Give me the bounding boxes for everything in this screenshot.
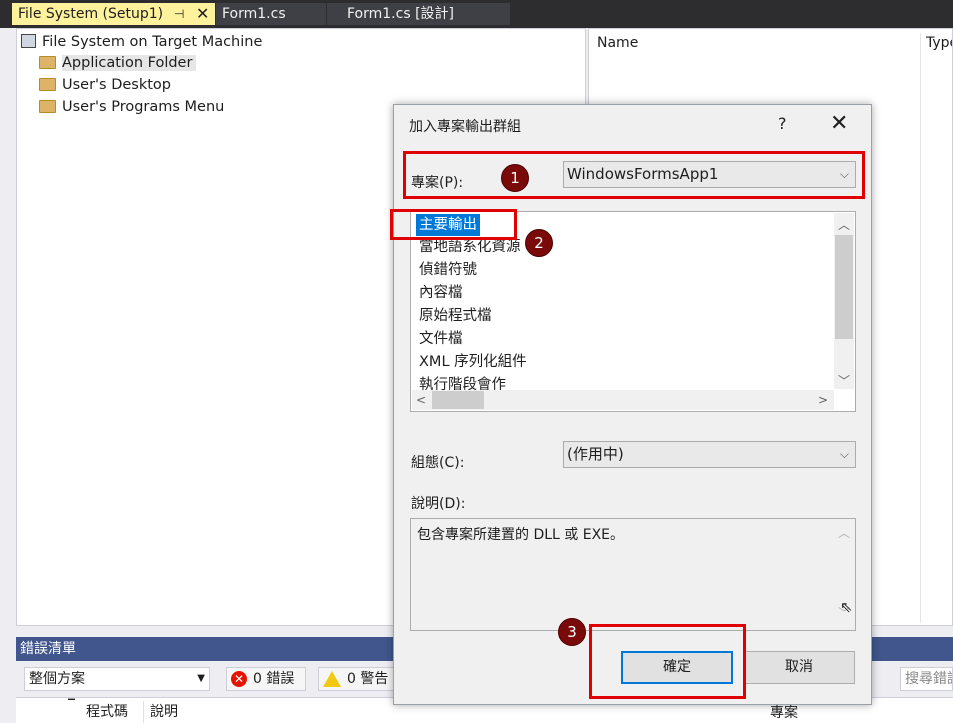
errors-count-label: 0 錯誤 bbox=[253, 671, 295, 687]
column-divider[interactable] bbox=[920, 33, 921, 623]
list-item[interactable]: 當地語系化資源 bbox=[419, 237, 521, 257]
mouse-cursor-icon: ⇖ bbox=[840, 598, 853, 616]
tab-form1-design[interactable]: Form1.cs [設計] bbox=[327, 3, 510, 25]
description-text: 包含專案所建置的 DLL 或 EXE。 bbox=[417, 527, 625, 543]
tree-root-label: File System on Target Machine bbox=[42, 34, 263, 50]
scroll-left-icon[interactable]: < bbox=[416, 393, 426, 407]
description-label: 說明(D): bbox=[411, 496, 466, 512]
configuration-dropdown[interactable]: (作用中) ⌵ bbox=[563, 441, 856, 468]
column-header-project[interactable]: 專案 bbox=[770, 702, 798, 722]
tree-item-application-folder[interactable]: Application Folder bbox=[39, 53, 197, 73]
warnings-count-label: 0 警告 bbox=[347, 671, 389, 687]
folder-icon bbox=[39, 99, 56, 113]
annotation-box-project bbox=[403, 151, 865, 199]
tree-item-label: Application Folder bbox=[62, 55, 197, 71]
warnings-filter-button[interactable]: 0 警告 bbox=[318, 667, 398, 691]
list-item-label: 偵錯符號 bbox=[419, 262, 477, 278]
annotation-marker-2: 2 bbox=[525, 229, 553, 257]
tab-label: File System (Setup1) bbox=[18, 6, 164, 22]
tab-form1-cs[interactable]: Form1.cs bbox=[216, 3, 326, 25]
filter-icon[interactable]: ▔ bbox=[68, 700, 75, 710]
annotation-box-primary-output bbox=[390, 209, 517, 240]
tab-label: Form1.cs [設計] bbox=[347, 6, 454, 22]
scope-value: 整個方案 bbox=[29, 671, 85, 687]
help-icon[interactable]: ? bbox=[778, 114, 787, 133]
dialog-title: 加入專案輸出群組 bbox=[409, 119, 521, 135]
tab-label: Form1.cs bbox=[222, 6, 286, 22]
tree-root[interactable]: File System on Target Machine bbox=[21, 32, 262, 52]
tree-item-label: User's Desktop bbox=[62, 77, 171, 93]
error-search-input[interactable]: 搜尋錯誤 bbox=[900, 667, 953, 691]
close-tab-icon[interactable]: ✕ bbox=[196, 3, 209, 25]
tree-item-users-programs-menu[interactable]: User's Programs Menu bbox=[39, 97, 224, 117]
configuration-label: 組態(C): bbox=[411, 455, 465, 471]
tab-file-system-setup1[interactable]: File System (Setup1) ⊣ ✕ bbox=[12, 3, 215, 25]
scroll-up-icon: ︿ bbox=[838, 526, 851, 540]
column-header-description[interactable]: 說明 bbox=[150, 701, 178, 721]
list-item-label: 當地語系化資源 bbox=[419, 239, 521, 255]
scope-dropdown[interactable]: 整個方案 ▼ bbox=[24, 667, 210, 691]
chevron-down-icon: ▼ bbox=[197, 673, 205, 684]
cancel-button[interactable]: 取消 bbox=[743, 651, 855, 684]
column-header-code[interactable]: 程式碼 bbox=[86, 701, 128, 721]
list-item[interactable]: XML 序列化組件 bbox=[419, 352, 527, 372]
list-item[interactable]: 內容檔 bbox=[419, 283, 463, 303]
column-header-type[interactable]: Type bbox=[926, 35, 952, 51]
horizontal-scroll-thumb[interactable] bbox=[432, 391, 484, 409]
configuration-value: (作用中) bbox=[567, 445, 624, 463]
annotation-marker-3: 3 bbox=[558, 618, 586, 646]
list-item-label: 內容檔 bbox=[419, 285, 463, 301]
list-item[interactable]: 文件檔 bbox=[419, 329, 463, 349]
scroll-right-icon[interactable]: > bbox=[818, 393, 828, 407]
warning-icon bbox=[323, 671, 341, 687]
scroll-down-icon[interactable]: ﹀ bbox=[838, 372, 850, 389]
document-tab-strip: File System (Setup1) ⊣ ✕ Form1.cs Form1.… bbox=[0, 0, 953, 28]
chevron-down-icon: ⌵ bbox=[839, 447, 849, 461]
list-item-label: 原始程式檔 bbox=[419, 308, 492, 324]
folder-icon bbox=[39, 77, 56, 91]
column-header-name[interactable]: Name bbox=[597, 35, 638, 51]
annotation-box-ok bbox=[589, 624, 746, 699]
list-item-label: XML 序列化組件 bbox=[419, 354, 527, 370]
scroll-up-icon[interactable]: ︿ bbox=[838, 216, 850, 233]
computer-icon bbox=[21, 34, 36, 48]
folder-open-icon bbox=[39, 55, 56, 69]
close-icon[interactable]: ✕ bbox=[830, 111, 848, 136]
annotation-marker-1: 1 bbox=[501, 164, 529, 192]
column-divider[interactable] bbox=[143, 701, 144, 723]
list-item[interactable]: 原始程式檔 bbox=[419, 306, 492, 326]
list-item[interactable]: 偵錯符號 bbox=[419, 260, 477, 280]
pin-icon[interactable]: ⊣ bbox=[174, 3, 184, 25]
tree-item-users-desktop[interactable]: User's Desktop bbox=[39, 75, 171, 95]
error-icon: ✕ bbox=[231, 671, 247, 687]
tree-item-label: User's Programs Menu bbox=[62, 99, 225, 115]
errors-filter-button[interactable]: ✕ 0 錯誤 bbox=[226, 667, 306, 691]
output-group-list[interactable]: 主要輸出 當地語系化資源 偵錯符號 內容檔 原始程式檔 文件檔 XML 序列化組… bbox=[410, 211, 856, 412]
list-item-label: 文件檔 bbox=[419, 331, 463, 347]
vertical-scroll-thumb[interactable] bbox=[835, 235, 853, 339]
